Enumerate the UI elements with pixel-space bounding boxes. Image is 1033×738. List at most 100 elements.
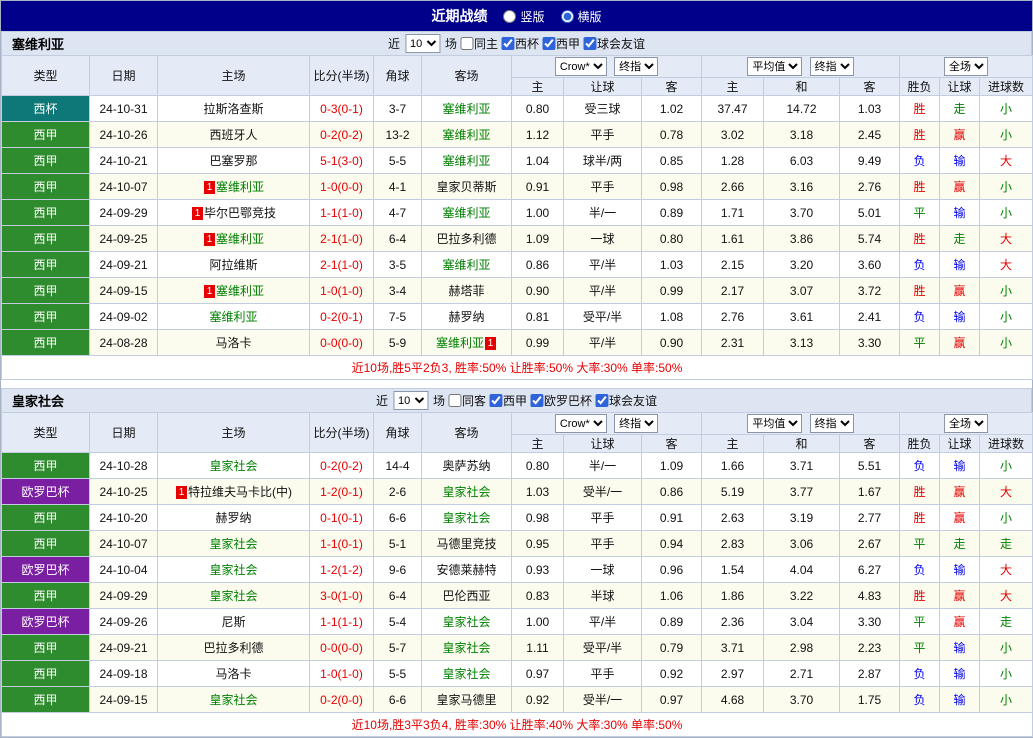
away-team-cell: 皇家社会 xyxy=(421,634,512,661)
team-link[interactable]: 马洛卡 xyxy=(215,667,251,681)
same-venue-option[interactable]: 同客 xyxy=(447,392,486,409)
team-link[interactable]: 马德里竞技 xyxy=(436,537,496,551)
team-link[interactable]: 西班牙人 xyxy=(209,128,257,142)
league-filter-friendly[interactable]: 球会友谊 xyxy=(583,35,645,52)
scope-select[interactable]: 全场 xyxy=(944,414,988,433)
team-link[interactable]: 皇家社会 xyxy=(209,459,257,473)
league-filter-europa[interactable]: 欧罗巴杯 xyxy=(530,392,592,409)
team-link[interactable]: 拉斯洛查斯 xyxy=(203,102,263,116)
avg-odds-draw: 3.70 xyxy=(763,686,840,713)
result-handicap: 赢 xyxy=(939,478,980,505)
away-team-cell: 赫罗纳 xyxy=(421,303,512,330)
team-link[interactable]: 塞维利亚 xyxy=(216,284,264,298)
odds-home: 1.09 xyxy=(511,225,564,252)
average-select[interactable]: 平均值 xyxy=(747,414,803,433)
team-link[interactable]: 巴塞罗那 xyxy=(209,154,257,168)
team-link[interactable]: 安德莱赫特 xyxy=(436,563,496,577)
team-link[interactable]: 塞维利亚 xyxy=(216,180,264,194)
vertical-radio[interactable] xyxy=(503,9,517,23)
corners-cell: 5-1 xyxy=(373,530,422,557)
result-goals: 大 xyxy=(979,478,1033,505)
avg-stage-select[interactable]: 终指 xyxy=(809,414,854,433)
friendly-checkbox[interactable] xyxy=(583,37,597,50)
col-result-goals: 进球数 xyxy=(979,77,1033,96)
team-link[interactable]: 塞维利亚 xyxy=(216,232,264,246)
same-venue-checkbox[interactable] xyxy=(459,37,473,50)
away-team-cell: 安德莱赫特 xyxy=(421,556,512,583)
team-link[interactable]: 皇家社会 xyxy=(442,641,490,655)
team-link[interactable]: 塞维利亚 xyxy=(442,206,490,220)
league-type-badge: 西甲 xyxy=(1,686,90,713)
bookmaker-select[interactable]: Crow* xyxy=(554,414,607,433)
corners-cell: 2-6 xyxy=(373,478,422,505)
laliga-checkbox[interactable] xyxy=(489,394,502,407)
team-link[interactable]: 塞维利亚 xyxy=(442,258,490,272)
col-odds-away: 客 xyxy=(641,77,702,96)
team-link[interactable]: 赫罗纳 xyxy=(448,310,484,324)
odds-stage-select[interactable]: 终指 xyxy=(614,414,659,433)
team-link[interactable]: 皇家社会 xyxy=(442,667,490,681)
handicap-odds-header: Crow* 终指 xyxy=(511,412,702,435)
league-filter-laliga[interactable]: 西甲 xyxy=(489,392,527,409)
league-filter-friendly[interactable]: 球会友谊 xyxy=(595,392,657,409)
same-venue-option[interactable]: 同主 xyxy=(459,35,498,52)
team-link[interactable]: 皇家社会 xyxy=(442,511,490,525)
team-link[interactable]: 皇家社会 xyxy=(442,485,490,499)
away-team-cell: 马德里竞技 xyxy=(421,530,512,557)
team-link[interactable]: 皇家贝蒂斯 xyxy=(436,180,496,194)
col-away: 客场 xyxy=(421,55,512,96)
copa-checkbox[interactable] xyxy=(501,37,514,50)
team-link[interactable]: 皇家社会 xyxy=(209,537,257,551)
friendly-checkbox[interactable] xyxy=(595,394,609,407)
team-link[interactable]: 皇家社会 xyxy=(209,693,257,707)
match-date: 24-09-15 xyxy=(89,686,158,713)
team-link[interactable]: 赫罗纳 xyxy=(215,511,251,525)
europa-label: 欧罗巴杯 xyxy=(544,394,593,408)
team-link[interactable]: 马洛卡 xyxy=(215,336,251,350)
team-link[interactable]: 奥萨苏纳 xyxy=(442,459,490,473)
team-link[interactable]: 塞维利亚 xyxy=(442,102,490,116)
team-link[interactable]: 巴拉多利德 xyxy=(203,641,263,655)
team-link[interactable]: 尼斯 xyxy=(221,615,245,629)
team-link[interactable]: 赫塔菲 xyxy=(448,284,484,298)
handicap-line: 平/半 xyxy=(563,329,642,356)
laliga-checkbox[interactable] xyxy=(542,37,556,50)
team-link[interactable]: 皇家社会 xyxy=(442,615,490,629)
team-link[interactable]: 皇家社会 xyxy=(209,589,257,603)
team-link[interactable]: 毕尔巴鄂竞技 xyxy=(204,206,276,220)
league-filter-copa[interactable]: 西杯 xyxy=(501,35,539,52)
team-link[interactable]: 巴拉多利德 xyxy=(436,232,496,246)
away-team-cell: 巴拉多利德 xyxy=(421,225,512,252)
avg-odds-away: 2.45 xyxy=(839,121,900,148)
away-team-cell: 奥萨苏纳 xyxy=(421,452,512,479)
league-type-badge: 欧罗巴杯 xyxy=(1,478,90,505)
same-venue-checkbox[interactable] xyxy=(447,394,461,407)
team-link[interactable]: 巴伦西亚 xyxy=(442,589,490,603)
recent-count-select[interactable]: 10 xyxy=(404,34,440,53)
team-link[interactable]: 皇家社会 xyxy=(209,563,257,577)
recent-count-select[interactable]: 10 xyxy=(392,391,428,410)
team-link[interactable]: 塞维利亚 xyxy=(442,128,490,142)
layout-vertical-option[interactable]: 竖版 xyxy=(503,8,545,25)
team-link[interactable]: 塞维利亚 xyxy=(209,310,257,324)
europa-checkbox[interactable] xyxy=(530,394,544,407)
col-result-handicap: 让球 xyxy=(939,434,980,453)
match-row: 西甲 24-09-21 阿拉维斯 2-1(1-0) 3-5 塞维利亚 0.86 平/半 1.03… xyxy=(1,251,1033,278)
bookmaker-select[interactable]: Crow* xyxy=(554,57,607,76)
avg-stage-select[interactable]: 终指 xyxy=(809,57,854,76)
scope-select[interactable]: 全场 xyxy=(944,57,988,76)
team-link[interactable]: 特拉维夫马卡比(中) xyxy=(188,485,292,499)
layout-horizontal-option[interactable]: 横版 xyxy=(560,8,602,25)
avg-odds-home: 1.61 xyxy=(701,225,764,252)
team-link[interactable]: 塞维利亚 xyxy=(442,154,490,168)
score-cell: 1-2(1-2) xyxy=(309,556,374,583)
odds-stage-select[interactable]: 终指 xyxy=(614,57,659,76)
horizontal-radio[interactable] xyxy=(560,9,574,23)
average-select[interactable]: 平均值 xyxy=(747,57,803,76)
league-filter-laliga[interactable]: 西甲 xyxy=(542,35,580,52)
team-link[interactable]: 阿拉维斯 xyxy=(209,258,257,272)
away-team-cell: 塞维利亚 xyxy=(421,251,512,278)
team-link[interactable]: 皇家马德里 xyxy=(436,693,496,707)
team-link[interactable]: 塞维利亚 xyxy=(436,336,484,350)
home-team-cell: 皇家社会 xyxy=(157,452,310,479)
